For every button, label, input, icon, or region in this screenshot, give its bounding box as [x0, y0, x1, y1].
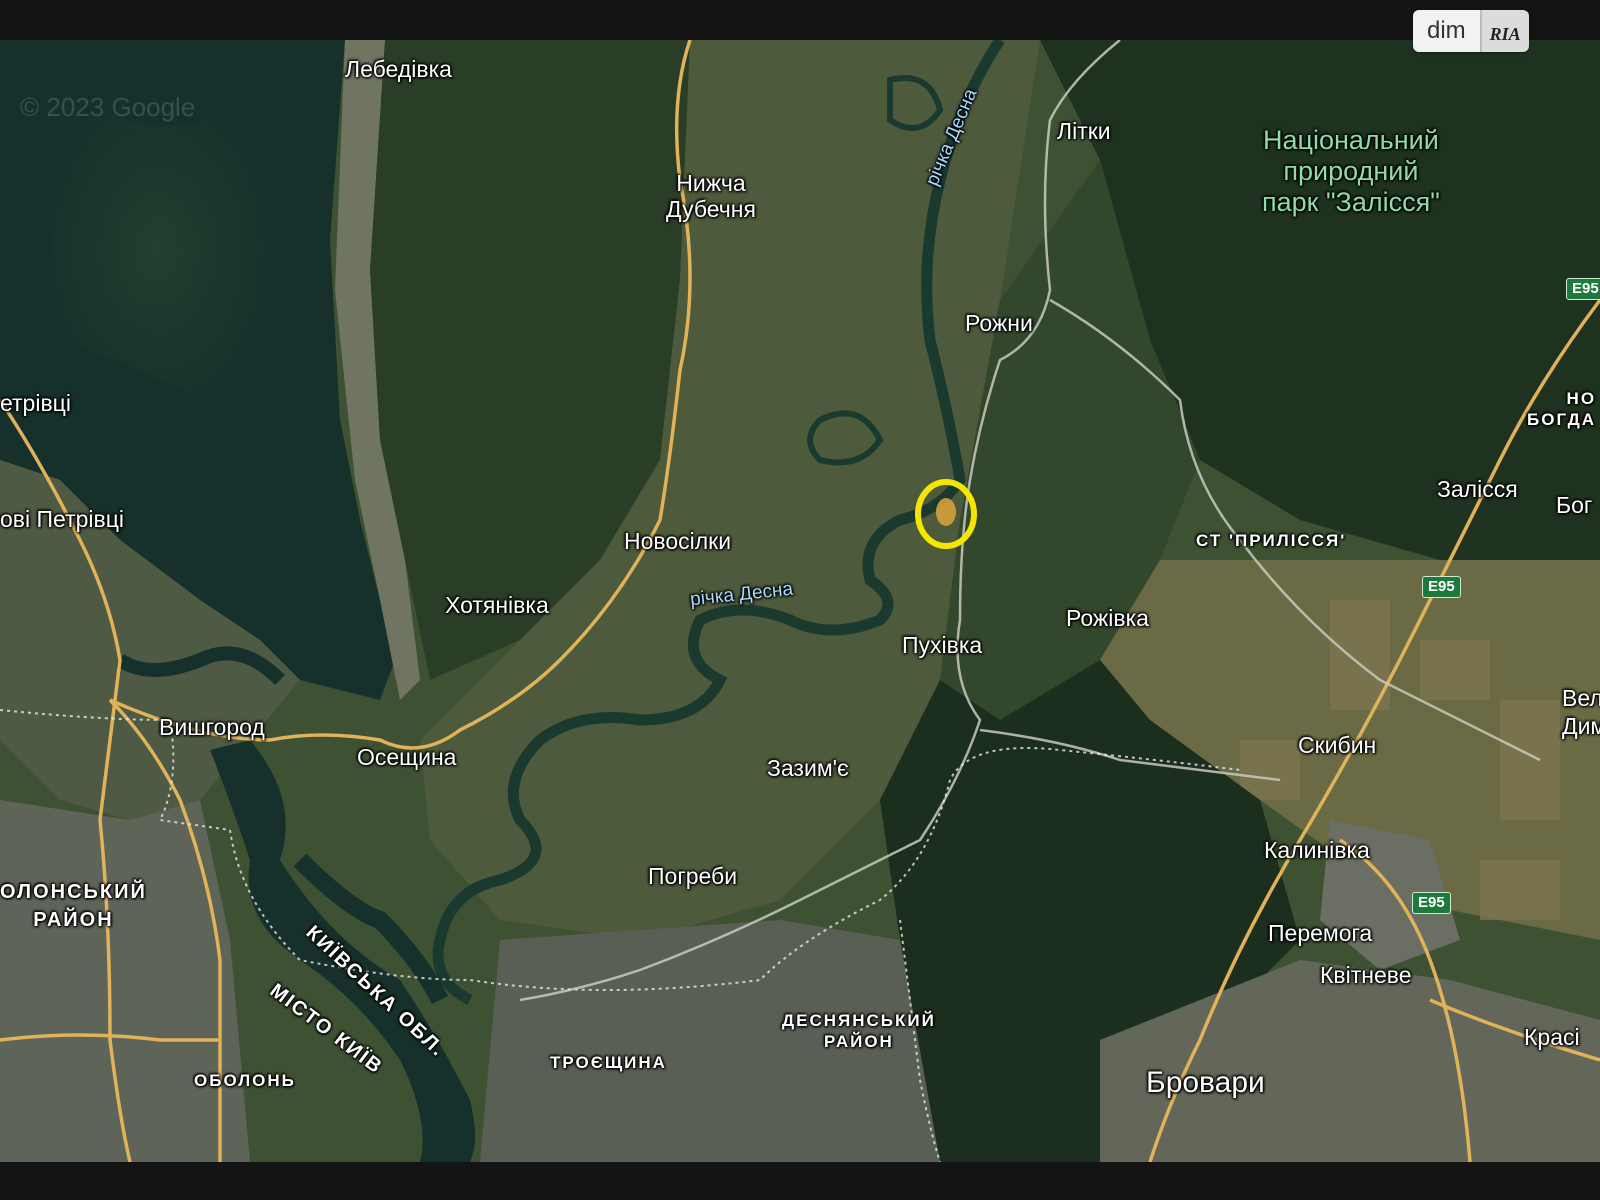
label-troieshchyna: ТРОЄЩИНА — [550, 1053, 667, 1072]
label-bogdanivka: НО БОГДА — [1527, 389, 1597, 429]
label-velyka-dymerka: Вел Дим — [1562, 685, 1600, 739]
label-pukhivka: Пухівка — [902, 632, 983, 658]
road-shield-e95: E95 — [1422, 576, 1461, 598]
label-bo: Бог — [1556, 492, 1593, 518]
label-kvitneve: Квітневе — [1320, 962, 1412, 988]
road-shield-e95: E95 — [1566, 278, 1600, 300]
label-novosilky: Новосілки — [624, 528, 732, 554]
label-national-park: Національний природний парк "Залісся" — [1262, 125, 1440, 217]
label-zazymie: Зазим'є — [767, 755, 849, 781]
logo-ria-text: RIA — [1479, 10, 1529, 52]
label-khotianivka: Хотянівка — [445, 592, 549, 618]
label-pohreby: Погреби — [648, 863, 738, 889]
label-litky: Літки — [1057, 118, 1111, 144]
logo-dim-text: dim — [1413, 10, 1480, 52]
label-vyshhorod: Вишгород — [159, 714, 265, 740]
road-shield-e95: E95 — [1412, 892, 1451, 914]
label-obolon: ОБОЛОНЬ — [194, 1071, 296, 1090]
label-lebedivka: Лебедівка — [345, 56, 452, 82]
label-brovary: Бровари — [1146, 1066, 1265, 1099]
bottom-bar — [0, 1162, 1600, 1200]
map-watermark: © 2023 Google — [20, 92, 196, 122]
label-skybyn: Скибин — [1298, 732, 1377, 758]
label-desnianskyi-raion: ДЕСНЯНСЬКИЙ РАЙОН — [782, 1011, 936, 1051]
satellite-map[interactable]: Лебедівка Літки Нижча Дубечня річка Десн… — [0, 40, 1600, 1162]
label-rozhivka: Рожівка — [1066, 605, 1149, 631]
label-kalynivka: Калинівка — [1264, 837, 1370, 863]
label-rozhny: Рожни — [965, 310, 1033, 336]
label-oseshchyna: Осещина — [357, 744, 457, 770]
label-zalissia: Залісся — [1437, 476, 1518, 502]
label-petrivtsi: етрівці — [0, 390, 71, 416]
label-obolonskyi-raion: ОЛОНСЬКИЙ РАЙОН — [0, 881, 147, 931]
label-novi-petrivtsi: ові Петрівці — [0, 506, 125, 532]
label-krasylivka: Красі — [1524, 1024, 1580, 1050]
label-nyzhcha-dubechnia: Нижча Дубечня — [666, 170, 756, 222]
dim-ria-logo[interactable]: dim RIA — [1413, 10, 1529, 52]
label-peremoha: Перемога — [1268, 920, 1373, 946]
label-st-prylissia: СТ 'ПРИЛІССЯ' — [1196, 531, 1347, 550]
